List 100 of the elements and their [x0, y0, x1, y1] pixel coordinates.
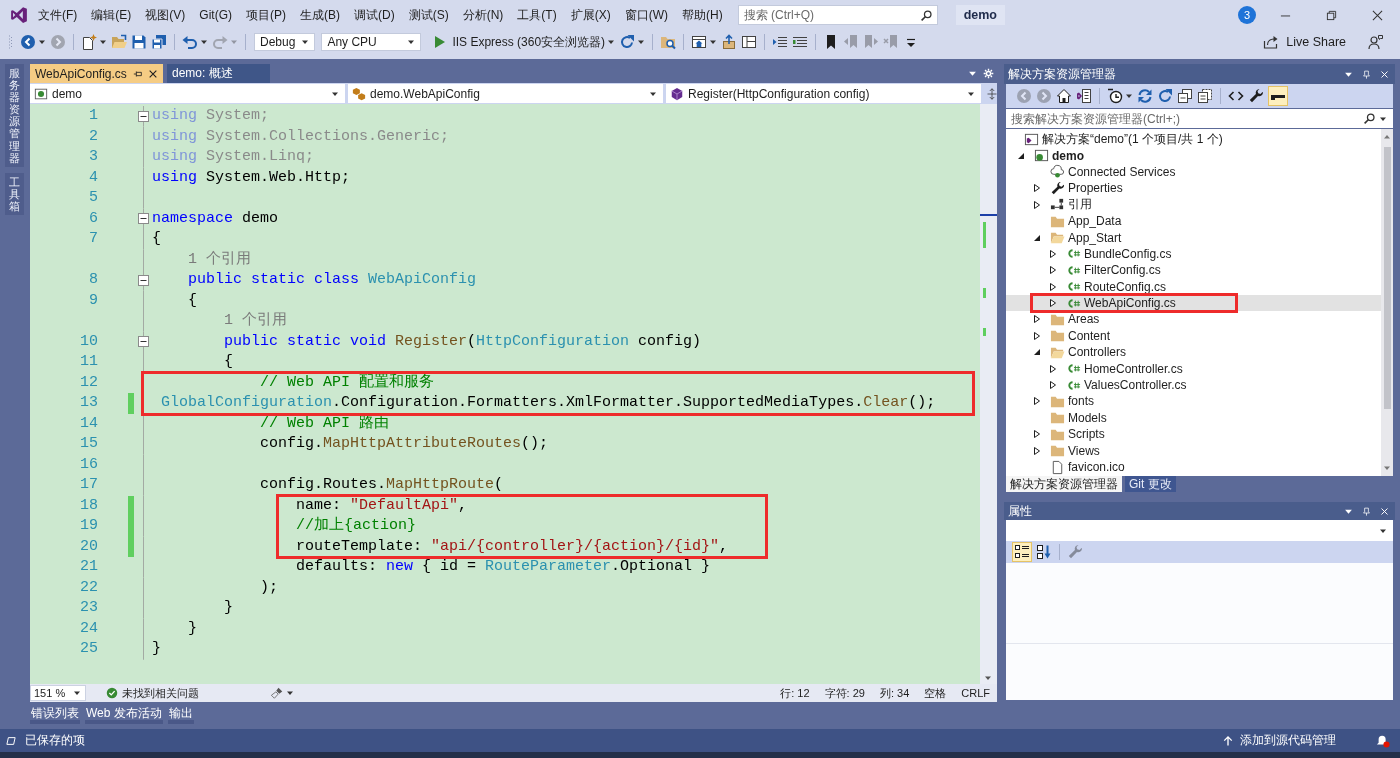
caret-icon[interactable] — [200, 38, 208, 46]
search-icon[interactable] — [1363, 112, 1376, 125]
clock-icon[interactable] — [1107, 88, 1123, 104]
grip-icon[interactable] — [8, 34, 12, 50]
menu-item[interactable]: 扩展(X) — [563, 6, 618, 24]
menu-item[interactable]: 测试(S) — [401, 6, 456, 24]
tree-item[interactable]: Areas — [1006, 311, 1381, 328]
expander-triangle-icon[interactable] — [1048, 363, 1058, 374]
tree-item[interactable]: fonts — [1006, 393, 1381, 410]
expander-triangle-icon[interactable] — [1032, 330, 1042, 341]
source-control-link[interactable]: 添加到源代码管理 — [1240, 732, 1336, 749]
caret-icon[interactable] — [1125, 92, 1133, 100]
expander-triangle-icon[interactable] — [1032, 396, 1042, 407]
toolbar-dropdown[interactable]: Debug — [254, 33, 316, 51]
solution-search-field[interactable]: 搜索解决方案资源管理器(Ctrl+;) — [1006, 109, 1393, 128]
wrench-icon[interactable] — [1248, 88, 1264, 104]
refresh-icon[interactable] — [619, 34, 636, 50]
pin-icon[interactable] — [1362, 506, 1371, 516]
tree-item[interactable]: Properties — [1006, 180, 1381, 197]
navigation-dropdown[interactable]: demo.WebApiConfig — [348, 84, 663, 103]
expander-triangle-icon[interactable] — [1048, 248, 1058, 259]
caret-icon[interactable] — [286, 689, 294, 697]
toolbar-dropdown[interactable]: Any CPU — [321, 33, 422, 51]
menu-item[interactable]: 文件(F) — [31, 6, 85, 24]
brush-icon[interactable] — [271, 687, 283, 699]
menu-item[interactable]: 调试(D) — [347, 6, 402, 24]
document-list-icon[interactable] — [1076, 88, 1092, 104]
tree-item[interactable]: BundleConfig.cs — [1006, 245, 1381, 263]
tree-scrollbar[interactable] — [1381, 129, 1393, 476]
caret-icon[interactable] — [407, 38, 416, 46]
expander-triangle-icon[interactable] — [1032, 347, 1042, 358]
tree-item[interactable]: Content — [1006, 327, 1381, 345]
menu-item[interactable]: 分析(N) — [455, 6, 511, 24]
minus-box-icon[interactable] — [137, 213, 149, 225]
floppy-disks-icon[interactable] — [151, 34, 167, 50]
folder-arrow-icon[interactable] — [111, 34, 127, 50]
live-share-button[interactable]: Live Share — [1259, 34, 1348, 50]
caret-icon[interactable] — [99, 38, 107, 46]
down-caret-icon[interactable] — [1383, 464, 1391, 472]
issues-status[interactable]: 未找到相关问题 — [122, 685, 199, 701]
search-field[interactable]: 搜索 (Ctrl+Q) — [737, 5, 938, 25]
run-button[interactable]: IIS Express (360安全浏览器) — [427, 33, 608, 51]
expander-triangle-icon[interactable] — [1032, 199, 1042, 210]
close-icon[interactable] — [148, 68, 158, 79]
menu-item[interactable]: 项目(P) — [239, 6, 293, 24]
scrollbar-thumb[interactable] — [1383, 147, 1391, 409]
menu-item[interactable]: 编辑(E) — [84, 6, 139, 24]
editor-scrollbar[interactable] — [980, 104, 997, 684]
tree-item[interactable]: Connected Services — [1006, 163, 1381, 181]
expander-triangle-icon[interactable] — [1048, 281, 1058, 292]
document-star-icon[interactable] — [81, 34, 97, 50]
tree-item[interactable]: ValuesController.cs — [1006, 376, 1381, 394]
box-arrow-icon[interactable] — [721, 34, 738, 50]
pin-icon[interactable] — [1362, 69, 1371, 79]
folder-magnifier-icon[interactable] — [660, 34, 677, 50]
navigation-dropdown[interactable]: demo — [30, 84, 345, 103]
panel-tab[interactable]: 输出 — [167, 704, 194, 724]
expander-triangle-icon[interactable] — [1048, 265, 1058, 276]
down-caret-icon[interactable] — [984, 674, 992, 682]
tree-item[interactable]: WebApiConfig.cs — [1006, 294, 1381, 312]
panel-tab[interactable]: 解决方案资源管理器 — [1006, 476, 1122, 492]
up-caret-icon[interactable] — [1383, 133, 1391, 141]
expander-triangle-icon[interactable] — [1032, 314, 1042, 325]
navigation-dropdown[interactable]: Register(HttpConfiguration config) — [666, 84, 981, 103]
expander-triangle-icon[interactable] — [1048, 380, 1058, 391]
menu-item[interactable]: 帮助(H) — [675, 6, 730, 24]
caret-icon[interactable] — [301, 38, 310, 46]
notification-badge[interactable]: 3 — [1238, 6, 1256, 24]
document-tab[interactable]: WebApiConfig.cs — [30, 64, 163, 83]
tree-item[interactable]: App_Start — [1006, 229, 1381, 246]
text-lines-icon[interactable] — [792, 34, 809, 50]
caret-icon[interactable] — [637, 38, 646, 46]
zoom-dropdown[interactable]: 151 % — [30, 685, 86, 701]
minus-box-icon[interactable] — [137, 110, 149, 122]
tree-item[interactable]: Controllers — [1006, 344, 1381, 361]
tree-item[interactable]: RouteConfig.cs — [1006, 278, 1381, 295]
stacked-windows-icon[interactable] — [1177, 88, 1193, 104]
tree-item[interactable]: App_Data — [1006, 212, 1381, 230]
menu-item[interactable]: Git(G) — [192, 8, 239, 22]
home-icon[interactable] — [1056, 88, 1072, 104]
split-window-icon[interactable] — [986, 87, 998, 100]
search-icon[interactable] — [919, 8, 933, 22]
tree-item[interactable]: Models — [1006, 409, 1381, 427]
tree-item[interactable]: 解决方案“demo”(1 个项目/共 1 个) — [1006, 131, 1381, 148]
bell-icon[interactable] — [1376, 733, 1390, 748]
preview-bar-icon[interactable] — [1268, 86, 1288, 106]
expander-triangle-icon[interactable] — [1032, 429, 1042, 440]
expander-triangle-icon[interactable] — [1032, 183, 1042, 194]
menu-item[interactable]: 视图(V) — [138, 6, 193, 24]
caret-icon[interactable] — [709, 38, 718, 46]
menu-item[interactable]: 生成(B) — [293, 6, 347, 24]
side-tab[interactable]: 服务器资源管理器 — [4, 64, 24, 167]
refresh-icon[interactable] — [1157, 88, 1173, 104]
menu-item[interactable]: 工具(T) — [510, 6, 564, 24]
browser-window-icon[interactable] — [691, 34, 708, 50]
caret-icon[interactable] — [73, 689, 81, 697]
caret-icon[interactable] — [607, 38, 616, 46]
left-arrow-circle-icon[interactable] — [20, 34, 36, 50]
stacked-documents-icon[interactable] — [1197, 88, 1213, 104]
panel-tab[interactable]: Web 发布活动 — [85, 704, 163, 724]
